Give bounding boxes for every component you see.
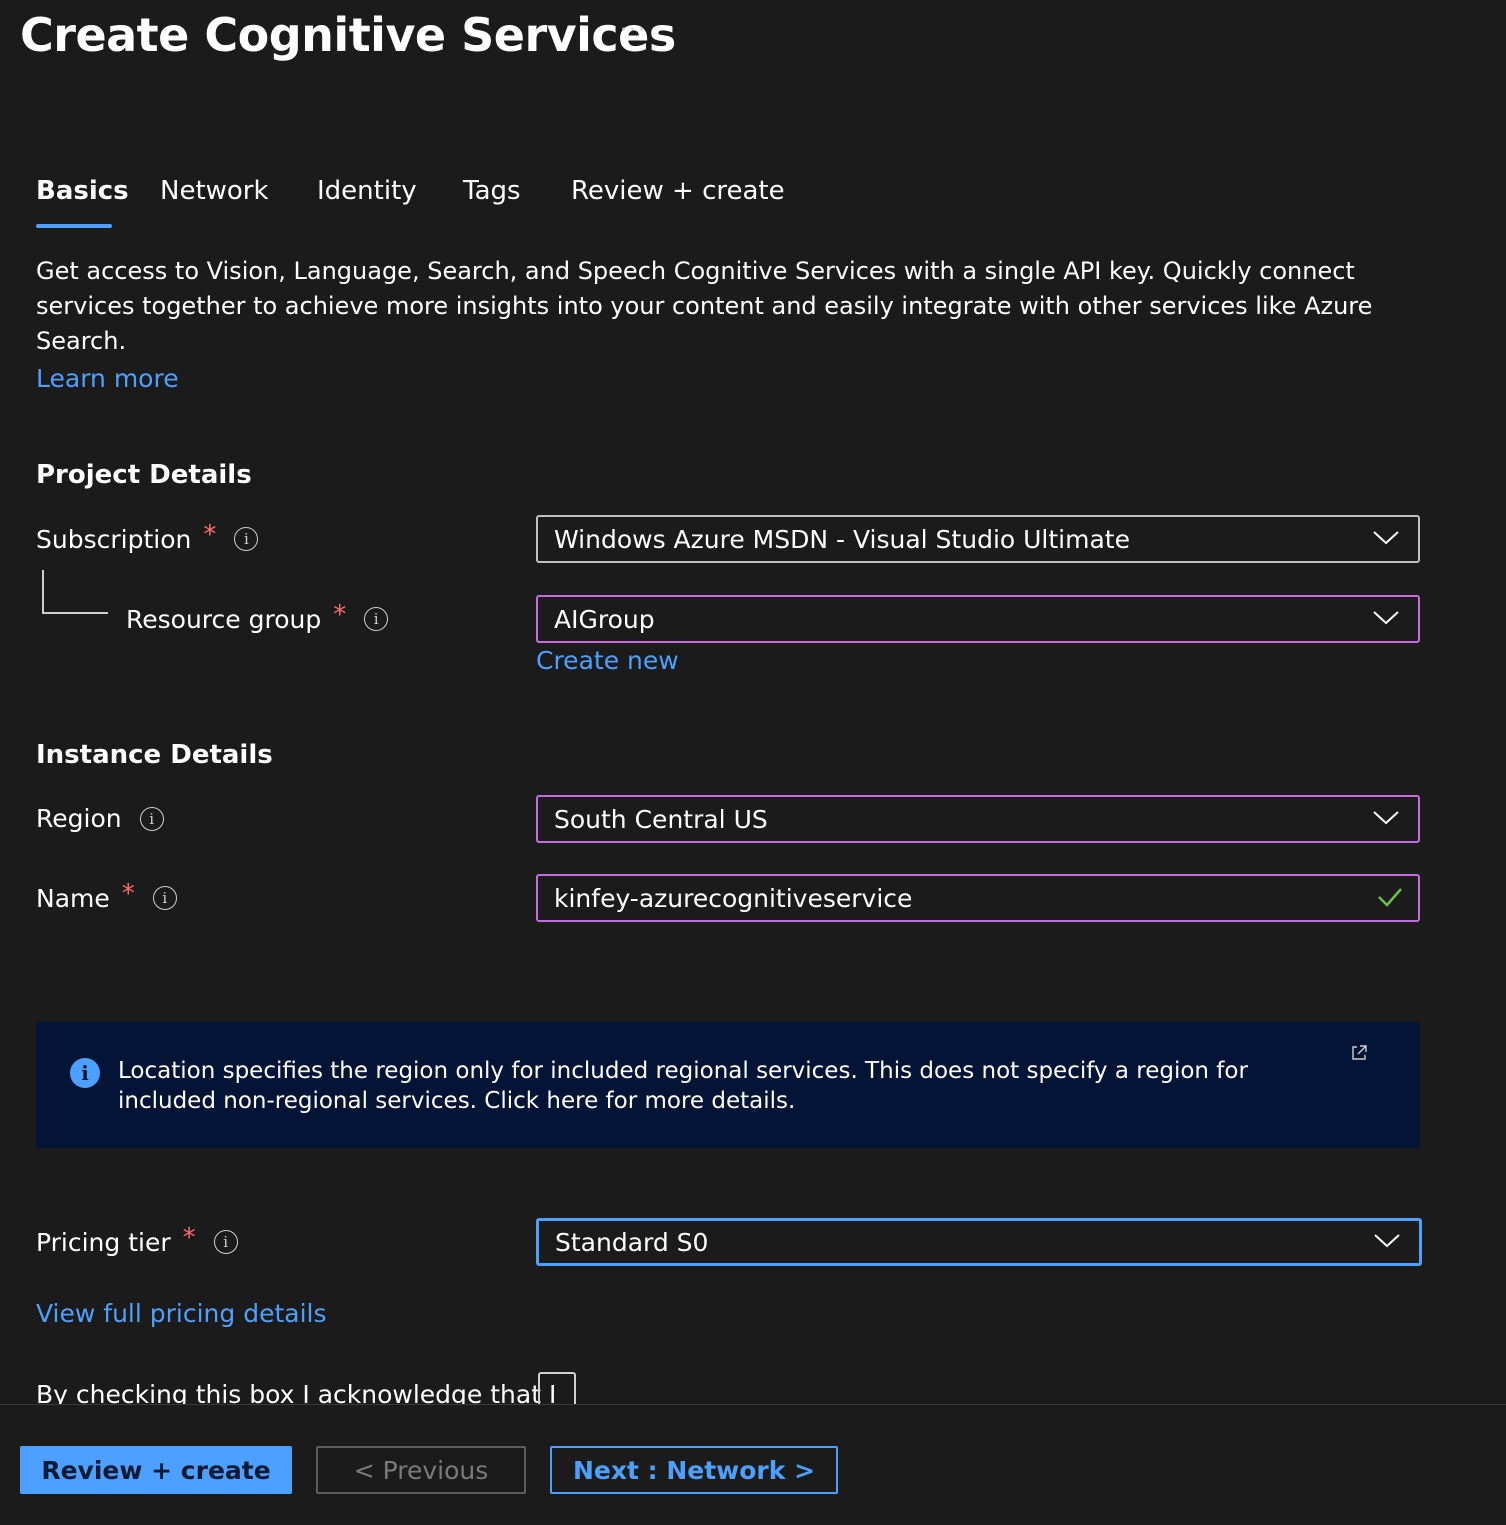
region-value: South Central US xyxy=(554,804,768,834)
info-icon[interactable]: i xyxy=(213,1230,238,1254)
required-marker: * xyxy=(182,1223,196,1253)
instance-details-heading: Instance Details xyxy=(36,740,273,770)
resource-group-value: AIGroup xyxy=(554,604,655,634)
view-pricing-details-link[interactable]: View full pricing details xyxy=(36,1299,327,1328)
resource-group-label: Resource group * i xyxy=(126,600,389,634)
name-label: Name * i xyxy=(36,879,177,913)
project-details-heading: Project Details xyxy=(36,460,252,490)
pricing-tier-dropdown[interactable]: Standard S0 xyxy=(536,1218,1422,1266)
subscription-label-text: Subscription xyxy=(36,524,192,554)
subscription-value: Windows Azure MSDN - Visual Studio Ultim… xyxy=(554,524,1130,554)
region-label-text: Region xyxy=(36,804,122,833)
next-network-button[interactable]: Next : Network > xyxy=(550,1446,838,1494)
info-icon: i xyxy=(70,1058,100,1088)
resource-group-label-text: Resource group xyxy=(126,604,322,634)
info-icon[interactable]: i xyxy=(139,806,164,831)
create-new-link[interactable]: Create new xyxy=(536,646,679,675)
name-input[interactable]: kinfey-azurecognitiveservice xyxy=(536,874,1420,922)
checkmark-icon xyxy=(1378,888,1402,907)
region-dropdown[interactable]: South Central US xyxy=(536,795,1420,843)
pricing-tier-value: Standard S0 xyxy=(555,1227,709,1257)
resource-group-dropdown[interactable]: AIGroup xyxy=(536,595,1420,643)
info-icon[interactable]: i xyxy=(152,886,177,910)
subscription-label: Subscription * i xyxy=(36,520,259,554)
region-label: Region i xyxy=(36,804,164,833)
chevron-down-icon xyxy=(1373,811,1399,825)
previous-button[interactable]: < Previous xyxy=(316,1446,526,1494)
more-options-button[interactable]: ··· xyxy=(620,18,647,43)
tab-basics[interactable]: Basics xyxy=(36,176,129,206)
description-text: Get access to Vision, Language, Search, … xyxy=(36,257,1373,355)
info-icon[interactable]: i xyxy=(234,527,259,551)
pricing-tier-label: Pricing tier * i xyxy=(36,1223,238,1257)
chevron-down-icon xyxy=(1373,611,1399,625)
review-create-button[interactable]: Review + create xyxy=(20,1446,292,1494)
chevron-down-icon xyxy=(1373,531,1399,545)
required-marker: * xyxy=(333,600,347,630)
learn-more-link[interactable]: Learn more xyxy=(36,364,179,393)
location-info-text: Location specifies the region only for i… xyxy=(118,1058,1248,1114)
required-marker: * xyxy=(121,879,135,909)
tab-tags[interactable]: Tags xyxy=(463,176,521,206)
tab-review-create[interactable]: Review + create xyxy=(571,176,785,206)
location-info-banner[interactable]: i Location specifies the region only for… xyxy=(36,1022,1420,1148)
external-link-icon[interactable] xyxy=(1350,1044,1368,1062)
subscription-dropdown[interactable]: Windows Azure MSDN - Visual Studio Ultim… xyxy=(536,515,1420,563)
name-value: kinfey-azurecognitiveservice xyxy=(554,883,913,913)
chevron-down-icon xyxy=(1374,1234,1400,1248)
tab-network[interactable]: Network xyxy=(160,176,269,206)
info-icon[interactable]: i xyxy=(364,607,389,631)
tab-identity[interactable]: Identity xyxy=(317,176,417,206)
required-marker: * xyxy=(203,520,217,550)
page-title: Create Cognitive Services xyxy=(20,8,676,62)
tree-connector xyxy=(42,570,108,614)
name-label-text: Name xyxy=(36,883,110,913)
pricing-tier-label-text: Pricing tier xyxy=(36,1227,171,1257)
active-tab-indicator xyxy=(36,224,112,228)
